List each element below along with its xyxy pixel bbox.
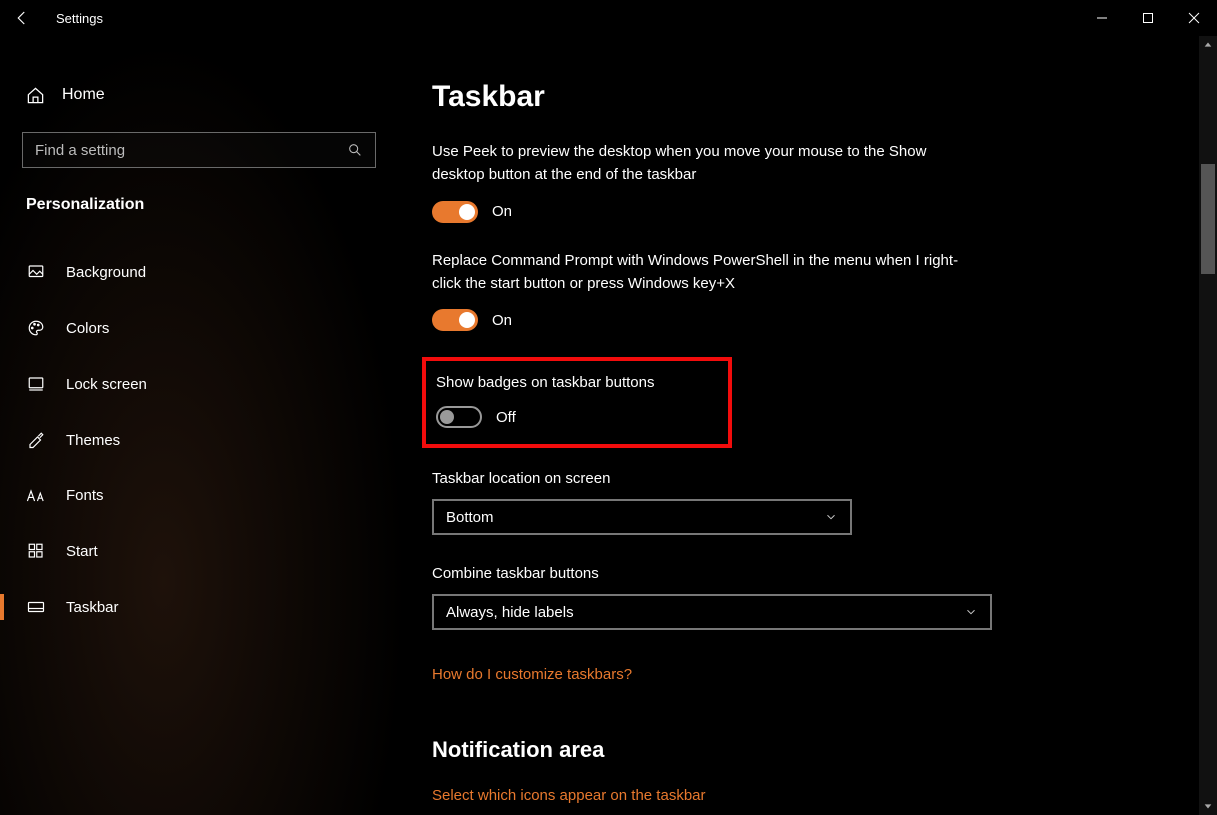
setting-peek: Use Peek to preview the desktop when you… [432, 140, 1207, 223]
setting-desc: Use Peek to preview the desktop when you… [432, 140, 972, 187]
taskbar-icon [26, 598, 46, 616]
toggle-state-label: On [492, 203, 512, 220]
scrollbar-thumb[interactable] [1201, 164, 1215, 274]
help-link[interactable]: How do I customize taskbars? [432, 666, 632, 683]
toggle-badges[interactable] [436, 406, 482, 428]
sidebar-item-label: Background [66, 264, 146, 281]
sidebar-section-title: Personalization [26, 196, 386, 214]
scroll-down-arrow[interactable] [1199, 797, 1217, 815]
chevron-down-icon [964, 605, 978, 619]
sidebar-item-themes[interactable]: Themes [22, 419, 386, 461]
sidebar-item-start[interactable]: Start [22, 530, 386, 572]
sidebar-item-fonts[interactable]: Fonts [22, 475, 386, 516]
dropdown-value: Always, hide labels [446, 604, 574, 621]
toggle-state-label: Off [496, 409, 516, 426]
scrollbar[interactable] [1199, 36, 1217, 815]
sidebar-item-background[interactable]: Background [22, 251, 386, 293]
maximize-button[interactable] [1125, 2, 1171, 34]
start-icon [26, 542, 46, 560]
sidebar-item-home[interactable]: Home [26, 86, 386, 104]
dropdown-combine[interactable]: Always, hide labels [432, 594, 992, 630]
chevron-down-icon [824, 510, 838, 524]
window-controls [1079, 2, 1217, 34]
scroll-up-arrow[interactable] [1199, 36, 1217, 54]
minimize-button[interactable] [1079, 2, 1125, 34]
search-input-wrapper[interactable] [22, 132, 376, 168]
dropdown-value: Bottom [446, 509, 494, 526]
fonts-icon [26, 488, 46, 504]
page-title: Taskbar [432, 80, 1207, 114]
sidebar-item-label: Colors [66, 320, 109, 337]
sidebar-item-taskbar[interactable]: Taskbar [22, 586, 386, 628]
field-label: Combine taskbar buttons [432, 565, 1207, 582]
highlight-annotation: Show badges on taskbar buttons Off [422, 357, 732, 448]
sidebar-item-label: Fonts [66, 487, 104, 504]
home-label: Home [62, 86, 105, 104]
home-icon [26, 86, 44, 104]
sidebar-item-label: Taskbar [66, 599, 119, 616]
dropdown-location[interactable]: Bottom [432, 499, 852, 535]
themes-icon [26, 431, 46, 449]
sidebar-item-label: Lock screen [66, 376, 147, 393]
setting-powershell: Replace Command Prompt with Windows Powe… [432, 249, 1207, 332]
sidebar: Home Personalization Background Colo [0, 36, 408, 815]
field-label: Taskbar location on screen [432, 470, 1207, 487]
sidebar-item-colors[interactable]: Colors [22, 307, 386, 349]
search-icon [347, 142, 363, 158]
toggle-peek[interactable] [432, 201, 478, 223]
setting-combine: Combine taskbar buttons Always, hide lab… [432, 565, 1207, 630]
toggle-powershell[interactable] [432, 309, 478, 331]
app-title: Settings [56, 11, 103, 26]
sidebar-item-label: Themes [66, 432, 120, 449]
notification-area-heading: Notification area [432, 737, 1207, 763]
close-button[interactable] [1171, 2, 1217, 34]
image-icon [26, 263, 46, 281]
sidebar-item-lock-screen[interactable]: Lock screen [22, 363, 386, 405]
setting-desc: Replace Command Prompt with Windows Powe… [432, 249, 972, 296]
search-input[interactable] [35, 142, 347, 159]
toggle-state-label: On [492, 312, 512, 329]
setting-desc: Show badges on taskbar buttons [436, 371, 714, 394]
sidebar-item-label: Start [66, 543, 98, 560]
lock-screen-icon [26, 375, 46, 393]
setting-location: Taskbar location on screen Bottom [432, 470, 1207, 535]
palette-icon [26, 319, 46, 337]
titlebar: Settings [0, 0, 1217, 36]
select-icons-link[interactable]: Select which icons appear on the taskbar [432, 787, 706, 804]
main-content: Taskbar Use Peek to preview the desktop … [408, 36, 1217, 815]
back-button[interactable] [12, 8, 32, 28]
